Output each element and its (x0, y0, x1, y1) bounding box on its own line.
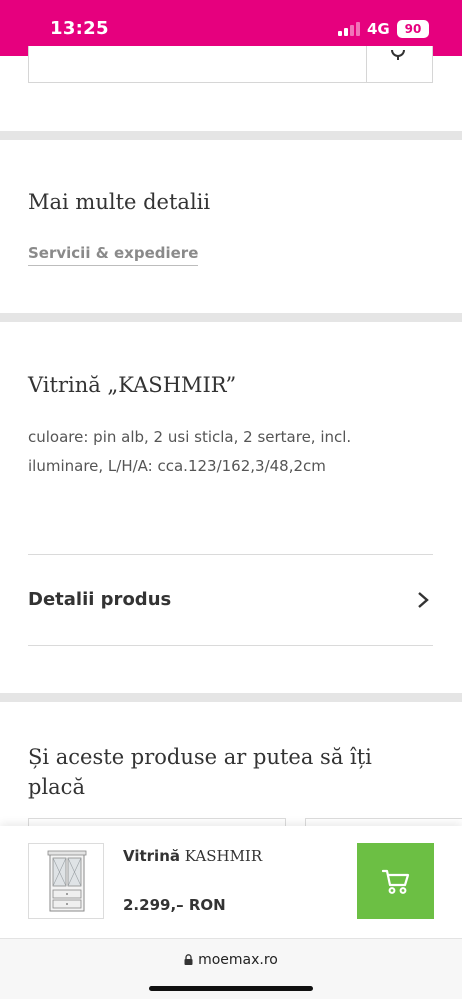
divider (28, 645, 433, 646)
sticky-product-name-prefix: Vitrină (123, 847, 180, 865)
product-title: Vitrină „KASHMIR” (28, 373, 237, 397)
section-divider (0, 693, 462, 702)
browser-bar: moemax.ro (0, 938, 462, 999)
search-divider (366, 46, 367, 83)
recommendations-title: Și aceste produse ar putea să îți placă (28, 745, 372, 799)
url-text: moemax.ro (198, 952, 278, 968)
search-input[interactable] (28, 46, 433, 83)
product-description: culoare: pin alb, 2 usi sticla, 2 sertar… (28, 428, 352, 475)
battery-icon: 90 (397, 20, 429, 38)
network-type: 4G (367, 20, 390, 38)
sticky-product-name: Vitrină KASHMIR (123, 847, 262, 865)
signal-icon (338, 22, 360, 36)
sticky-product-name-suffix: KASHMIR (184, 847, 263, 865)
tab-services-shipping[interactable]: Servicii & expediere (28, 244, 199, 266)
section-divider (0, 313, 462, 322)
cabinet-image (47, 850, 87, 912)
lock-icon (184, 954, 193, 965)
home-indicator[interactable] (149, 986, 313, 991)
add-to-cart-button[interactable] (357, 843, 434, 919)
product-details-link[interactable]: Detalii produs (28, 555, 433, 645)
details-section-title: Mai multe detalii (28, 190, 211, 214)
product-details-label: Detalii produs (28, 589, 172, 610)
search-icon[interactable] (390, 50, 406, 60)
status-time: 13:25 (50, 18, 109, 39)
sticky-product-price: 2.299,– RON (123, 896, 226, 914)
cart-icon (382, 869, 410, 894)
section-divider (0, 131, 462, 140)
address-bar[interactable]: moemax.ro (0, 952, 462, 968)
chevron-right-icon (418, 592, 429, 608)
sticky-product-bar: Vitrină KASHMIR 2.299,– RON (0, 826, 462, 938)
product-thumbnail[interactable] (28, 843, 104, 919)
